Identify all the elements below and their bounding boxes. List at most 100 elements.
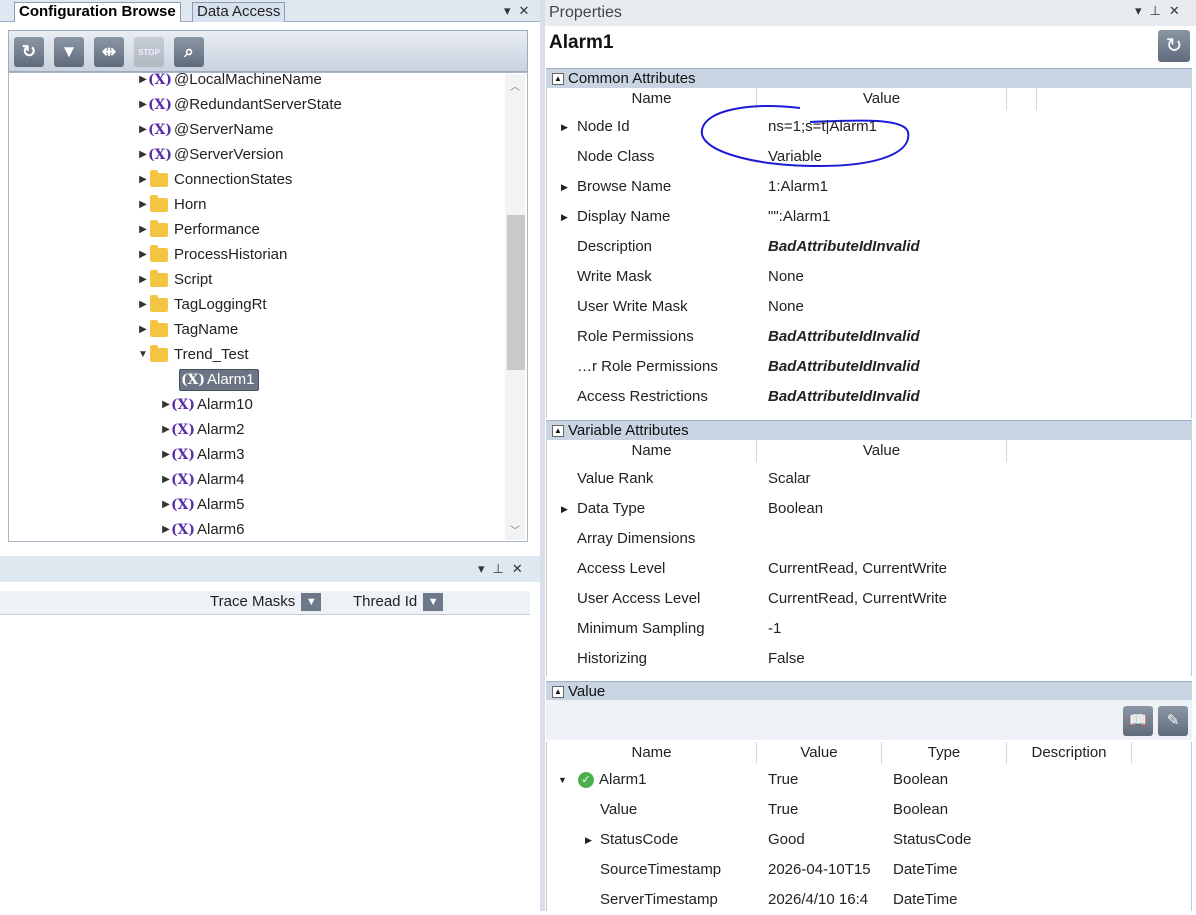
expand-arrow-icon[interactable]: ▶ <box>136 274 150 285</box>
search-icon[interactable]: ⌕ <box>174 37 204 67</box>
variable-icon: (X) <box>170 396 196 413</box>
column-name[interactable]: Name <box>547 742 757 764</box>
expand-arrow-icon[interactable]: ▶ <box>561 112 568 142</box>
property-value[interactable]: CurrentRead, CurrentWrite <box>768 584 947 614</box>
column-name[interactable]: Name <box>547 440 757 462</box>
close-icon[interactable]: ✕ <box>512 561 523 577</box>
tree-view[interactable]: ▶ (X) @LocalMachineName ▶ (X) @RedundantServ… <box>8 72 528 542</box>
tree-item[interactable]: ▶ (X) Alarm5 <box>159 492 244 517</box>
tree-item-label: Performance <box>174 221 260 238</box>
tree-item-selected[interactable]: (X) Alarm1 <box>179 367 259 392</box>
property-name: Browse Name <box>577 178 672 195</box>
collapse-icon[interactable]: ▲ <box>552 73 564 86</box>
column-type[interactable]: Type <box>882 742 1007 764</box>
collapse-icon[interactable]: ▲ <box>552 425 564 438</box>
tree-item[interactable]: ▶ (X) @RedundantServerState <box>136 92 342 117</box>
tree-item[interactable]: ▶ (X) Alarm10 <box>159 392 253 417</box>
tree-item[interactable]: ▶ Horn <box>136 192 207 217</box>
collapse-arrow-icon[interactable]: ▼ <box>136 349 150 360</box>
splitter[interactable] <box>540 0 545 911</box>
scroll-down-icon[interactable]: ﹀ <box>510 522 520 537</box>
section-common-attributes[interactable]: ▲ Common Attributes <box>546 68 1192 88</box>
tree-item[interactable]: ▼ Trend_Test <box>136 342 248 367</box>
collapse-icon[interactable]: ▲ <box>552 686 564 699</box>
tree-item-label: Alarm3 <box>197 446 245 463</box>
column-trace-masks[interactable]: Trace Masks ▼ <box>210 593 322 612</box>
tree-item-label: ConnectionStates <box>174 171 293 188</box>
property-value[interactable]: False <box>768 644 805 674</box>
section-variable-attributes[interactable]: ▲ Variable Attributes <box>546 420 1192 440</box>
expand-arrow-icon[interactable]: ▶ <box>561 202 568 232</box>
property-name: Data Type <box>577 500 646 517</box>
tree-item-label: Alarm4 <box>197 471 245 488</box>
pane-menu-icon[interactable]: ▾ <box>504 3 511 19</box>
selected-node[interactable]: (X) Alarm1 <box>179 368 259 391</box>
collapse-arrow-icon[interactable]: ▼ <box>558 765 567 795</box>
tree-item[interactable]: ▶ Performance <box>136 217 260 242</box>
expand-arrow-icon[interactable]: ▶ <box>136 174 150 185</box>
property-value[interactable]: None <box>768 292 804 322</box>
expand-arrow-icon[interactable]: ▶ <box>136 324 150 335</box>
pin-icon[interactable]: ⊥ <box>1150 0 1161 24</box>
property-value[interactable]: -1 <box>768 614 781 644</box>
expand-arrow-icon[interactable]: ▶ <box>136 224 150 235</box>
property-value[interactable]: CurrentRead, CurrentWrite <box>768 554 947 584</box>
column-description[interactable]: Description <box>1007 742 1132 764</box>
pin-icon[interactable]: ⊥ <box>493 561 504 577</box>
expand-arrow-icon[interactable]: ▶ <box>136 199 150 210</box>
column-label: Thread Id <box>353 593 418 610</box>
tab-data-access[interactable]: Data Access <box>192 2 286 22</box>
read-icon[interactable]: 📖 <box>1123 706 1153 736</box>
scroll-up-icon[interactable]: ︿ <box>510 78 520 93</box>
property-value[interactable]: BadAttributeIdInvalid <box>768 382 920 412</box>
close-icon[interactable]: ✕ <box>1169 0 1180 24</box>
write-icon[interactable]: ✎ <box>1158 706 1188 736</box>
tree-scrollbar-thumb[interactable] <box>507 215 525 370</box>
tree-item[interactable]: ▶ (X) @ServerVersion <box>136 142 283 167</box>
pane-controls: ▾ ⊥ ✕ <box>1135 0 1180 22</box>
tab-configuration-browse[interactable]: Configuration Browse <box>14 2 181 22</box>
property-value[interactable]: Variable <box>768 142 822 172</box>
close-icon[interactable]: ✕ <box>519 3 530 19</box>
filter-icon[interactable]: ▼ <box>54 37 84 67</box>
tree-item[interactable]: ▶ TagLoggingRt <box>136 292 267 317</box>
property-value[interactable]: BadAttributeIdInvalid <box>768 232 920 262</box>
tree-item[interactable]: ▶ Script <box>136 267 212 292</box>
property-value[interactable]: BadAttributeIdInvalid <box>768 352 920 382</box>
refresh-icon[interactable]: ↻ <box>14 37 44 67</box>
expand-arrow-icon[interactable]: ▶ <box>561 494 568 524</box>
expand-arrow-icon[interactable]: ▶ <box>136 299 150 310</box>
column-value[interactable]: Value <box>757 742 882 764</box>
property-value[interactable]: "":Alarm1 <box>768 202 830 232</box>
expand-arrow-icon[interactable]: ▶ <box>136 249 150 260</box>
tree-item[interactable]: ▶ (X) @LocalMachineName <box>136 73 322 92</box>
left-tabstrip: Configuration Browse Data Access ▾ ✕ <box>0 0 540 22</box>
tree-item[interactable]: ▶ TagName <box>136 317 238 342</box>
tree-item[interactable]: ▶ ProcessHistorian <box>136 242 287 267</box>
refresh-icon[interactable]: ↻ <box>1158 30 1190 62</box>
property-name: …r Role Permissions <box>577 358 718 375</box>
tree-item[interactable]: ▶ (X) Alarm3 <box>159 442 245 467</box>
pane-menu-icon[interactable]: ▾ <box>1135 0 1142 24</box>
filter-icon[interactable]: ▼ <box>301 593 322 612</box>
tree-item[interactable]: ▶ (X) Alarm4 <box>159 467 245 492</box>
tree-item[interactable]: ▶ (X) @ServerName <box>136 117 273 142</box>
filter-icon[interactable]: ▼ <box>423 593 444 612</box>
fit-width-icon[interactable]: ⇹ <box>94 37 124 67</box>
pane-menu-icon[interactable]: ▾ <box>478 561 485 577</box>
section-value[interactable]: ▲ Value <box>546 681 1192 701</box>
property-value[interactable]: BadAttributeIdInvalid <box>768 322 920 352</box>
tree-item[interactable]: ▶ (X) Alarm2 <box>159 417 244 442</box>
tree-item[interactable]: ▶ (X) Alarm6 <box>159 517 244 541</box>
property-value[interactable]: Scalar <box>768 464 811 494</box>
property-value[interactable]: Boolean <box>768 494 823 524</box>
expand-arrow-icon[interactable]: ▶ <box>585 825 592 855</box>
variable-icon: (X) <box>180 371 206 388</box>
column-thread-id[interactable]: Thread Id ▼ <box>353 593 444 612</box>
column-value[interactable]: Value <box>757 440 1007 462</box>
tree-item[interactable]: ▶ ConnectionStates <box>136 167 292 192</box>
expand-arrow-icon[interactable]: ▶ <box>561 172 568 202</box>
property-value[interactable]: 1:Alarm1 <box>768 172 828 202</box>
property-value[interactable]: None <box>768 262 804 292</box>
property-value[interactable]: ns=1;s=t|Alarm1 <box>768 112 877 142</box>
